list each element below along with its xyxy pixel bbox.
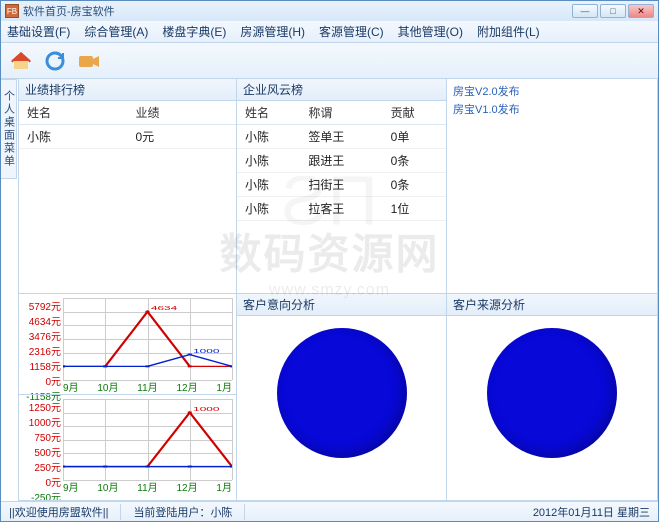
menu-item[interactable]: 其他管理(O) — [398, 23, 463, 40]
minimize-button[interactable]: — — [572, 4, 598, 18]
home-icon[interactable] — [7, 47, 35, 75]
table-row[interactable]: 小陈签单王0单 — [237, 125, 446, 149]
status-user: 当前登陆用户：小陈 — [133, 504, 245, 520]
panel-news: 房宝V2.0发布 房宝V1.0发布 — [446, 79, 658, 294]
svg-text:1000: 1000 — [193, 348, 219, 354]
col-header: 称谓 — [300, 101, 382, 125]
menu-item[interactable]: 综合管理(A) — [84, 23, 148, 40]
menu-item[interactable]: 基础设置(F) — [7, 23, 70, 40]
news-link[interactable]: 房宝V2.0发布 — [453, 83, 651, 101]
col-header: 贡献 — [383, 101, 446, 125]
menu-item[interactable]: 客源管理(C) — [319, 23, 384, 40]
panel-intent: 客户意向分析 — [236, 293, 447, 501]
panel-title: 企业风云榜 — [237, 79, 446, 101]
panel-source: 客户来源分析 — [446, 293, 658, 501]
pie-source — [487, 328, 617, 458]
sidebar-tab[interactable]: 个人桌面菜单 — [1, 79, 17, 179]
table-row[interactable]: 小陈扫街王0条 — [237, 173, 446, 197]
app-icon: FB — [5, 4, 19, 18]
hall-table: 姓名 称谓 贡献 小陈签单王0单小陈跟进王0条小陈扫街王0条小陈拉客王1位 — [237, 101, 446, 221]
svg-text:4634: 4634 — [151, 305, 177, 311]
chart-housing-trend: 5792元4634元3476元2316元1158元0元-1158元 9月10月1… — [19, 294, 236, 394]
col-header: 姓名 — [19, 101, 128, 125]
menu-bar: 基础设置(F) 综合管理(A) 楼盘字典(E) 房源管理(H) 客源管理(C) … — [1, 21, 658, 43]
panel-title: 客户意向分析 — [237, 294, 446, 316]
table-row[interactable]: 小陈拉客王1位 — [237, 197, 446, 221]
panel-title: 业绩排行榜 — [19, 79, 236, 101]
maximize-button[interactable]: □ — [600, 4, 626, 18]
menu-item[interactable]: 附加组件(L) — [477, 23, 540, 40]
status-welcome: ||欢迎使用房盟软件|| — [9, 504, 121, 520]
col-header: 业绩 — [128, 101, 237, 125]
table-row[interactable]: 小陈跟进王0条 — [237, 149, 446, 173]
chart-commercial-trend: 1250元1000元750元500元250元0元-250元 9月10月11月12… — [19, 394, 236, 494]
pie-intent — [277, 328, 407, 458]
sync-icon[interactable] — [41, 47, 69, 75]
panel-trend-charts: 5792元4634元3476元2316元1158元0元-1158元 9月10月1… — [18, 293, 237, 501]
toolbar — [1, 43, 658, 79]
close-button[interactable]: ✕ — [628, 4, 654, 18]
col-header: 姓名 — [237, 101, 300, 125]
menu-item[interactable]: 楼盘字典(E) — [162, 23, 226, 40]
main-area: 业绩排行榜 姓名 业绩 小陈 0元 — [1, 79, 658, 501]
panel-hall: 企业风云榜 姓名 称谓 贡献 小陈签单王0单小陈跟进王0条小陈扫街王0条小陈拉客… — [236, 79, 447, 294]
panel-rank: 业绩排行榜 姓名 业绩 小陈 0元 — [18, 79, 237, 294]
rank-table: 姓名 业绩 小陈 0元 — [19, 101, 236, 149]
title-bar: FB 软件首页-房宝软件 — □ ✕ — [1, 1, 658, 21]
news-link[interactable]: 房宝V1.0发布 — [453, 101, 651, 119]
table-row[interactable]: 小陈 0元 — [19, 125, 236, 149]
status-date: 2012年01月11日 星期三 — [533, 504, 650, 520]
svg-text:1000: 1000 — [193, 406, 219, 412]
camera-icon[interactable] — [75, 47, 103, 75]
menu-item[interactable]: 房源管理(H) — [240, 23, 305, 40]
window-title: 软件首页-房宝软件 — [23, 3, 115, 19]
panel-title: 客户来源分析 — [447, 294, 657, 316]
status-bar: ||欢迎使用房盟软件|| 当前登陆用户：小陈 2012年01月11日 星期三 — [1, 501, 658, 521]
